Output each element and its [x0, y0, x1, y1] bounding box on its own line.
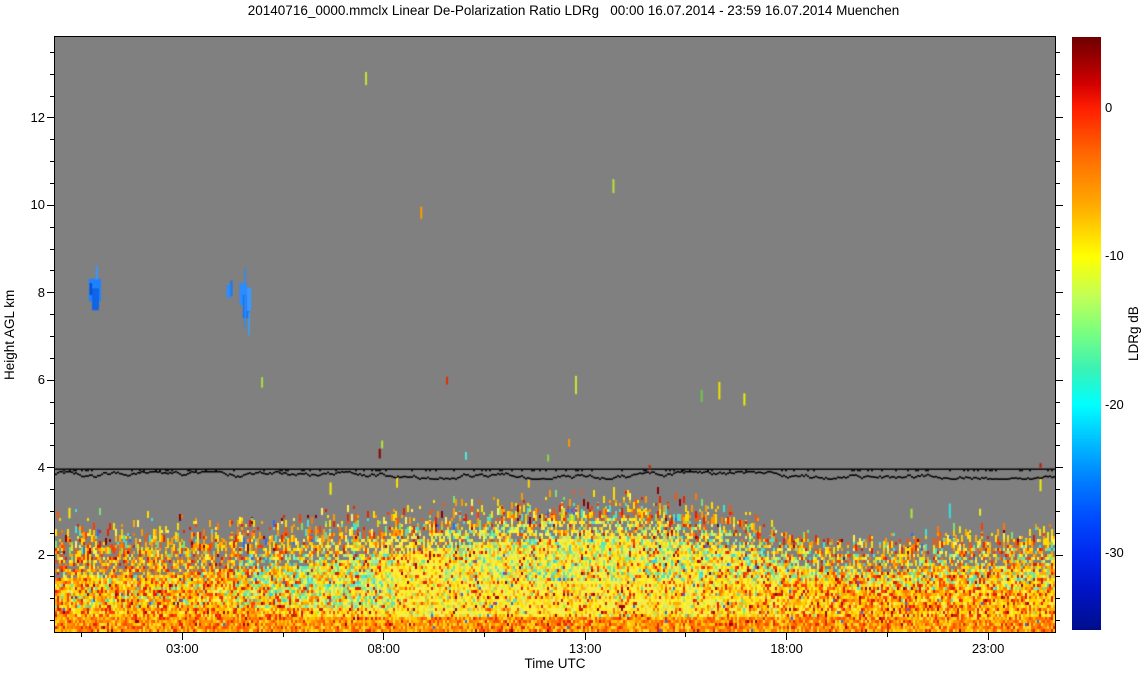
y-minor-tick-right	[1055, 401, 1060, 403]
x-tick-label: 13:00	[568, 641, 602, 656]
y-minor-tick	[50, 445, 55, 447]
x-minor-tick	[282, 632, 284, 637]
x-minor-tick	[483, 632, 485, 637]
y-minor-tick-right	[1055, 226, 1060, 228]
y-major-tick-right	[1055, 467, 1063, 469]
y-minor-tick-right	[1055, 182, 1060, 184]
y-minor-tick	[50, 532, 55, 534]
y-minor-tick-right	[1055, 139, 1060, 141]
y-minor-tick-right	[1055, 73, 1060, 75]
y-minor-tick	[50, 314, 55, 316]
y-minor-tick	[50, 248, 55, 250]
y-minor-tick-right	[1055, 335, 1060, 337]
x-axis-label: Time UTC	[524, 656, 586, 671]
y-major-tick-right	[1055, 204, 1063, 206]
x-minor-tick	[81, 632, 83, 637]
y-minor-tick	[50, 139, 55, 141]
y-minor-tick	[50, 510, 55, 512]
plot-title: 20140716_0000.mmclx Linear De-Polarizati…	[247, 3, 900, 18]
y-minor-tick-right	[1055, 161, 1060, 163]
y-minor-tick-right	[1055, 532, 1060, 534]
y-minor-tick-right	[1055, 423, 1060, 425]
y-minor-tick	[50, 51, 55, 53]
y-minor-tick-right	[1055, 357, 1060, 359]
y-minor-tick-right	[1055, 270, 1060, 272]
y-minor-tick-right	[1055, 620, 1060, 622]
y-minor-tick	[50, 270, 55, 272]
y-major-tick	[47, 554, 55, 556]
x-major-tick	[584, 632, 586, 640]
colorbar-gradient	[1072, 37, 1101, 630]
y-minor-tick-right	[1055, 510, 1060, 512]
x-tick-label: 03:00	[166, 641, 199, 656]
y-tick-label: 10	[30, 197, 45, 213]
x-minor-tick	[886, 632, 888, 637]
y-minor-tick	[50, 335, 55, 337]
y-minor-tick	[50, 401, 55, 403]
y-minor-tick-right	[1055, 598, 1060, 600]
y-tick-label: 12	[30, 109, 45, 125]
y-minor-tick-right	[1055, 248, 1060, 250]
y-major-tick-right	[1055, 554, 1063, 556]
y-tick-label: 8	[37, 284, 45, 300]
y-minor-tick	[50, 620, 55, 622]
y-minor-tick-right	[1055, 51, 1060, 53]
y-minor-tick	[50, 95, 55, 97]
y-minor-tick	[50, 598, 55, 600]
y-major-tick	[47, 204, 55, 206]
y-minor-tick	[50, 488, 55, 490]
x-tick-label: 08:00	[367, 641, 401, 656]
y-minor-tick-right	[1055, 576, 1060, 578]
y-major-tick	[47, 117, 55, 119]
y-tick-label: 4	[37, 459, 45, 475]
y-major-tick	[47, 467, 55, 469]
y-minor-tick	[50, 576, 55, 578]
x-tick-label: 23:00	[971, 641, 1005, 656]
y-major-tick-right	[1055, 292, 1063, 294]
y-major-tick	[47, 379, 55, 381]
x-minor-tick	[685, 632, 687, 637]
y-axis-label: Height AGL km	[2, 289, 17, 380]
y-minor-tick-right	[1055, 95, 1060, 97]
x-major-tick	[987, 632, 989, 640]
colorbar-label: LDRg dB	[1126, 306, 1141, 361]
x-major-tick	[383, 632, 385, 640]
y-minor-tick	[50, 357, 55, 359]
y-major-tick-right	[1055, 117, 1063, 119]
y-minor-tick-right	[1055, 314, 1060, 316]
x-major-tick	[786, 632, 788, 640]
y-minor-tick	[50, 182, 55, 184]
y-tick-label: 2	[37, 547, 45, 563]
colorbar-tick-label: 0	[1105, 100, 1113, 116]
y-major-tick	[47, 292, 55, 294]
ldr-time-height-figure: 20140716_0000.mmclx Linear De-Polarizati…	[0, 0, 1147, 678]
y-minor-tick	[50, 423, 55, 425]
y-minor-tick	[50, 73, 55, 75]
y-minor-tick	[50, 161, 55, 163]
y-minor-tick-right	[1055, 488, 1060, 490]
y-minor-tick	[50, 226, 55, 228]
colorbar-tick-label: -30	[1105, 544, 1124, 560]
heatmap-canvas	[55, 37, 1055, 632]
y-tick-label: 6	[37, 372, 45, 388]
y-minor-tick-right	[1055, 445, 1060, 447]
x-tick-label: 18:00	[770, 641, 803, 656]
colorbar-tick-label: -10	[1105, 248, 1124, 264]
x-major-tick	[181, 632, 183, 640]
y-major-tick-right	[1055, 379, 1063, 381]
colorbar-tick-label: -20	[1105, 396, 1124, 412]
